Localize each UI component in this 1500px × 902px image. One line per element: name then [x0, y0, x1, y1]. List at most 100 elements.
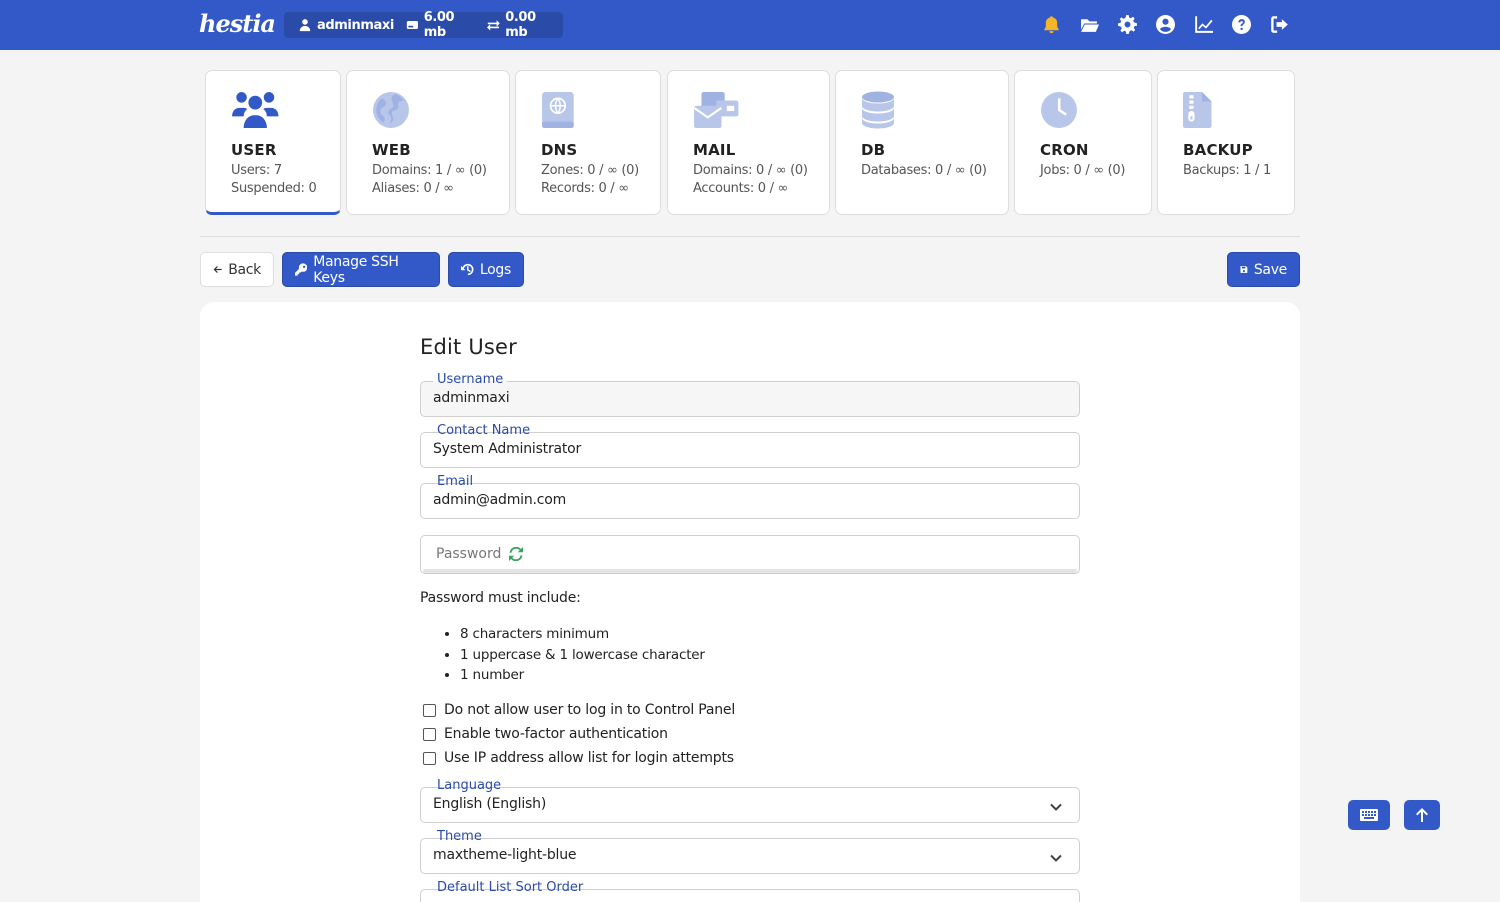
gear-icon[interactable] [1117, 12, 1138, 36]
password-field[interactable]: Password [420, 535, 1080, 574]
address-book-icon [541, 91, 587, 131]
section-divider [200, 236, 1300, 237]
stat-card-db[interactable]: DB Databases: 0 / ∞ (0) [835, 70, 1009, 215]
stat-line: Suspended: 0 [231, 181, 317, 196]
email-label: Email [433, 474, 478, 490]
logs-button[interactable]: Logs [448, 252, 524, 287]
stat-title: DB [861, 141, 886, 159]
keyboard-icon [1360, 809, 1378, 821]
stat-card-dns[interactable]: DNS Zones: 0 / ∞ (0) Records: 0 / ∞ [515, 70, 661, 215]
stat-card-backup[interactable]: BACKUP Backups: 1 / 1 [1157, 70, 1295, 215]
logs-label: Logs [479, 261, 511, 278]
logout-icon[interactable] [1269, 12, 1290, 36]
hestia-logo[interactable]: hestia [199, 9, 276, 38]
user-summary-pill: adminmaxi 6.00 mb 0.00 mb [284, 10, 563, 40]
username-value: adminmaxi [433, 390, 510, 406]
keyboard-shortcuts-button[interactable] [1348, 800, 1390, 830]
disk-usage: 6.00 mb [423, 10, 455, 40]
stat-line: Jobs: 0 / ∞ (0) [1040, 163, 1126, 178]
stat-line: Users: 7 [231, 163, 282, 178]
checkbox[interactable] [423, 703, 436, 717]
checkbox-label: Do not allow user to log in to Control P… [444, 702, 736, 718]
checkbox-label: Enable two-factor authentication [444, 726, 668, 742]
stat-title: CRON [1040, 141, 1089, 159]
language-select[interactable]: Language English (English) [420, 778, 1080, 823]
arrow-up-icon [1416, 808, 1428, 822]
stat-card-cron[interactable]: CRON Jobs: 0 / ∞ (0) [1014, 70, 1152, 215]
floppy-disk-icon [1240, 266, 1248, 273]
file-zipper-icon [1183, 91, 1229, 131]
theme-label: Theme [433, 829, 486, 845]
stat-line: Databases: 0 / ∞ (0) [861, 163, 987, 178]
user-icon [299, 19, 311, 32]
stat-title: BACKUP [1183, 141, 1253, 159]
theme-value: maxtheme-light-blue [433, 847, 577, 863]
user-circle-icon[interactable] [1155, 12, 1176, 36]
password-requirements-list: 8 characters minimum 1 uppercase & 1 low… [460, 624, 705, 686]
top-icon-group [1041, 12, 1290, 36]
contact-name-label: Contact Name [433, 423, 535, 439]
bandwidth-usage: 0.00 mb [505, 10, 536, 40]
hdd-icon [406, 21, 418, 29]
contact-name-field[interactable]: Contact Name System Administrator [420, 423, 1080, 468]
bandwidth-segment: 0.00 mb [487, 10, 557, 40]
disk-segment: 6.00 mb [406, 10, 476, 40]
stat-line: Accounts: 0 / ∞ [693, 181, 789, 196]
arrows-exchange-icon [487, 20, 501, 31]
checkbox[interactable] [423, 727, 436, 741]
stat-line: Zones: 0 / ∞ (0) [541, 163, 639, 178]
stat-line: Domains: 1 / ∞ (0) [372, 163, 487, 178]
list-item: 1 uppercase & 1 lowercase character [460, 645, 705, 666]
ip-allow-list-checkbox[interactable]: Use IP address allow list for login atte… [423, 750, 734, 766]
stat-line: Aliases: 0 / ∞ [372, 181, 454, 196]
stat-line: Domains: 0 / ∞ (0) [693, 163, 808, 178]
top-bar: hestia adminmaxi 6.00 mb 0.00 mb [0, 0, 1500, 50]
checkbox[interactable] [423, 751, 436, 765]
list-item: 1 number [460, 665, 705, 686]
language-value: English (English) [433, 796, 547, 812]
stat-card-web[interactable]: WEB Domains: 1 / ∞ (0) Aliases: 0 / ∞ [346, 70, 510, 215]
chevron-down-icon [1049, 850, 1063, 864]
email-value: admin@admin.com [433, 492, 567, 508]
manage-ssh-keys-label: Manage SSH Keys [313, 253, 399, 286]
stat-title: WEB [372, 141, 411, 159]
globe-icon [372, 91, 418, 131]
checkbox-label: Use IP address allow list for login atte… [444, 750, 734, 766]
theme-select[interactable]: Theme maxtheme-light-blue [420, 829, 1080, 874]
manage-ssh-keys-button[interactable]: Manage SSH Keys [282, 252, 440, 287]
database-icon [861, 91, 907, 131]
folder-icon[interactable] [1079, 12, 1100, 36]
email-field[interactable]: Email admin@admin.com [420, 474, 1080, 519]
password-requirements-heading: Password must include: [420, 590, 581, 606]
back-label: Back [228, 261, 261, 278]
two-factor-checkbox[interactable]: Enable two-factor authentication [423, 726, 668, 742]
back-button[interactable]: Back [200, 252, 274, 287]
stat-line: Records: 0 / ∞ [541, 181, 629, 196]
contact-name-value: System Administrator [433, 441, 582, 457]
key-icon [295, 263, 308, 276]
history-icon [461, 263, 474, 276]
scroll-to-top-button[interactable] [1404, 800, 1440, 830]
bell-icon[interactable] [1041, 12, 1062, 36]
sort-order-select[interactable]: Default List Sort Order [420, 880, 1080, 902]
refresh-icon[interactable] [509, 547, 524, 561]
chevron-down-icon [1049, 799, 1063, 813]
save-label: Save [1253, 261, 1287, 278]
user-segment[interactable]: adminmaxi [298, 18, 394, 33]
password-placeholder: Password [436, 546, 524, 562]
stat-title: DNS [541, 141, 578, 159]
password-placeholder-text: Password [436, 546, 502, 562]
header-username: adminmaxi [317, 17, 394, 33]
stat-line: Backups: 1 / 1 [1183, 163, 1271, 178]
stat-title: MAIL [693, 141, 736, 159]
save-button[interactable]: Save [1227, 252, 1300, 287]
help-icon[interactable] [1231, 12, 1252, 36]
language-label: Language [433, 778, 506, 794]
clock-icon [1040, 91, 1086, 131]
stat-card-user[interactable]: USER Users: 7 Suspended: 0 [205, 70, 341, 215]
chart-line-icon[interactable] [1193, 12, 1214, 36]
list-item: 8 characters minimum [460, 624, 705, 645]
username-field[interactable]: Username adminmaxi [420, 372, 1080, 417]
stat-card-mail[interactable]: MAIL Domains: 0 / ∞ (0) Accounts: 0 / ∞ [667, 70, 830, 215]
disable-login-checkbox[interactable]: Do not allow user to log in to Control P… [423, 702, 735, 718]
